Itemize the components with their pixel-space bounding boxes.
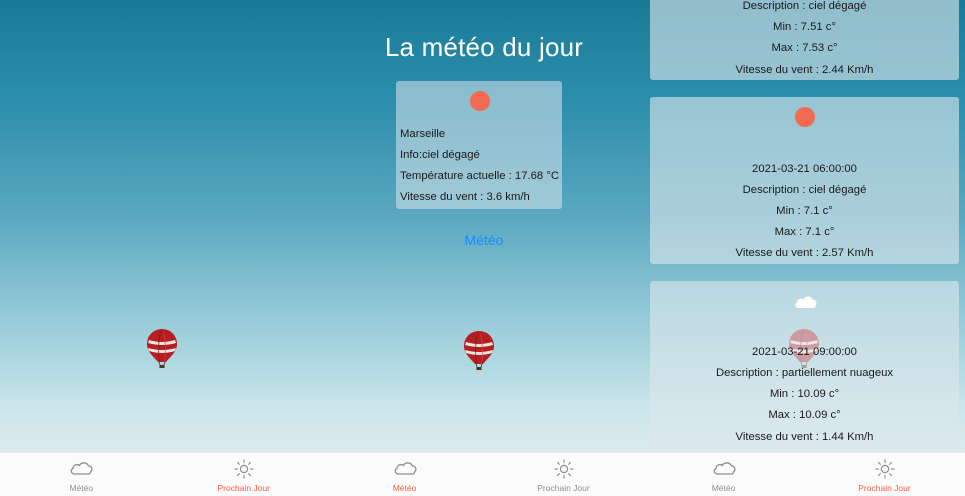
forecast-card: Description : ciel dégagé Min : 7.51 c° … — [650, 0, 959, 80]
forecast-description: Description : ciel dégagé — [742, 0, 867, 12]
forecast-wind: Vitesse du vent : 2.57 Km/h — [735, 247, 874, 259]
cloud-icon — [394, 462, 417, 475]
forecast-max: Max : 7.53 c° — [771, 42, 838, 54]
tab-prochain-jour[interactable]: Prochain Jour — [163, 453, 326, 496]
forecast-time: 2021-03-21 06:00:00 — [752, 163, 857, 175]
forecast-card: 2021-03-21 09:00:00 Description : partie… — [650, 281, 959, 449]
current-temperature: Température actuelle : 17.68 °C — [400, 170, 559, 182]
forecast-max: Max : 10.09 c° — [768, 409, 841, 421]
tab-prochain-jour-label: Prochain Jour — [858, 483, 911, 493]
tab-bar: Météo Prochain Jour — [325, 452, 643, 496]
sun-icon — [234, 459, 254, 479]
sky-background — [0, 0, 325, 452]
forecast-card: 2021-03-21 06:00:00 Description : ciel d… — [650, 97, 959, 264]
sun-icon — [874, 459, 895, 479]
tab-prochain-jour-label: Prochain Jour — [217, 483, 270, 493]
cloud-icon — [70, 462, 93, 475]
cloud-icon — [713, 462, 736, 475]
sun-icon — [470, 91, 490, 111]
today-weather-card: Marseille Info:ciel dégagé Température a… — [396, 81, 562, 209]
hot-air-balloon — [146, 328, 178, 368]
sky-background — [325, 0, 643, 452]
tab-bar: Météo Prochain Jour — [0, 452, 325, 496]
forecast-description: Description : ciel dégagé — [742, 184, 867, 196]
screen-meteo-empty: Météo Prochain Jour — [0, 0, 325, 496]
tab-meteo-label: Météo — [69, 483, 94, 493]
forecast-min: Min : 10.09 c° — [769, 388, 840, 400]
forecast-min: Min : 7.1 c° — [776, 205, 833, 217]
sun-icon — [795, 107, 815, 127]
tab-prochain-jour[interactable]: Prochain Jour — [484, 453, 643, 496]
forecast-min: Min : 7.51 c° — [773, 21, 836, 33]
forecast-time: 2021-03-21 09:00:00 — [752, 346, 857, 358]
wind-speed: Vitesse du vent : 3.6 km/h — [400, 191, 530, 203]
tab-bar: Météo Prochain Jour — [643, 452, 965, 496]
page-title: La météo du jour — [384, 32, 584, 62]
city-name: Marseille — [400, 128, 446, 140]
tab-meteo[interactable]: Météo — [643, 453, 804, 496]
tab-meteo[interactable]: Météo — [0, 453, 163, 496]
cloud-icon — [795, 296, 817, 308]
hot-air-balloon — [463, 330, 495, 370]
tab-meteo-label: Météo — [711, 483, 736, 493]
forecast-max: Max : 7.1 c° — [774, 226, 835, 238]
forecast-wind: Vitesse du vent : 1.44 Km/h — [735, 431, 874, 443]
screen-forecast: Description : ciel dégagé Min : 7.51 c° … — [643, 0, 965, 496]
tab-meteo[interactable]: Météo — [325, 453, 484, 496]
meteo-link[interactable]: Météo — [325, 232, 643, 248]
screen-meteo-today: La météo du jour Marseille Info:ciel dég… — [325, 0, 643, 496]
forecast-description: Description : partiellement nuageux — [715, 367, 894, 379]
tab-meteo-label: Météo — [392, 483, 417, 493]
weather-info: Info:ciel dégagé — [400, 149, 480, 161]
tab-prochain-jour-label: Prochain Jour — [537, 483, 590, 493]
tab-prochain-jour[interactable]: Prochain Jour — [804, 453, 965, 496]
sun-icon — [553, 459, 574, 479]
forecast-wind: Vitesse du vent : 2.44 Km/h — [735, 64, 874, 76]
